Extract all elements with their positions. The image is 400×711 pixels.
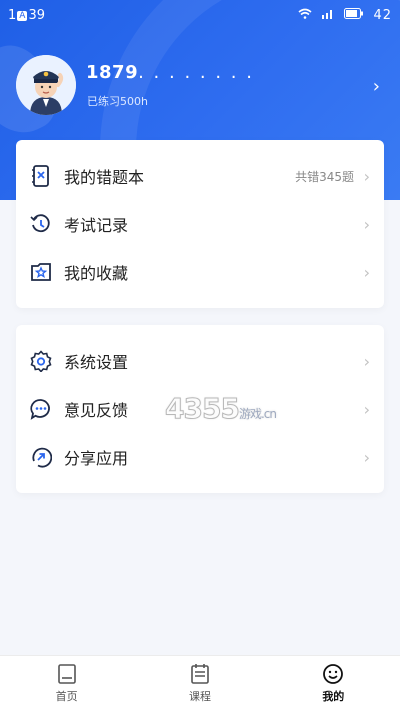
chevron-right-icon: › <box>363 351 370 371</box>
menu-item-exam-history[interactable]: 考试记录 › <box>16 202 384 246</box>
exam-history-icon <box>28 211 54 237</box>
course-icon <box>191 664 209 684</box>
menu-item-label: 我的错题本 <box>64 168 145 187</box>
settings-gear-icon <box>28 348 54 374</box>
tab-profile[interactable]: 我的 <box>267 656 400 711</box>
menu-item-share[interactable]: 分享应用 › <box>16 435 384 479</box>
status-time: 1 A 39 <box>8 8 45 23</box>
tab-home[interactable]: 首页 <box>0 656 133 711</box>
chevron-right-icon: › <box>363 447 370 467</box>
signal-icon <box>321 8 340 23</box>
battery-icon <box>344 8 369 23</box>
menu-item-label: 考试记录 <box>64 216 129 235</box>
menu-item-favorites[interactable]: 我的收藏 › <box>16 250 384 294</box>
tab-label: 我的 <box>322 690 345 703</box>
tab-label: 课程 <box>188 690 211 703</box>
tab-label: 首页 <box>55 690 78 703</box>
status-a-badge: A <box>17 11 28 21</box>
share-icon <box>28 444 54 470</box>
chevron-right-icon: › <box>363 399 370 419</box>
mistake-count: 共错345题 <box>295 169 354 184</box>
home-icon <box>57 664 76 684</box>
bottom-tab-bar: 首页 课程 我的 <box>0 655 400 711</box>
chevron-right-icon: › <box>363 262 370 282</box>
practice-hours: 已练习500h <box>87 95 148 108</box>
avatar[interactable] <box>16 55 76 115</box>
username-mask: . . . . . . . . <box>138 62 254 83</box>
menu-item-label: 分享应用 <box>64 449 129 468</box>
tab-course[interactable]: 课程 <box>133 656 266 711</box>
status-right-text: 42 <box>373 8 392 23</box>
chevron-right-icon: › <box>363 166 370 186</box>
profile-arrow-icon[interactable]: › <box>373 76 380 97</box>
menu-card-primary: 我的错题本 共错345题 › 考试记录 › 我的收藏 › <box>16 140 384 308</box>
menu-item-label: 意见反馈 <box>64 401 129 420</box>
menu-item-mistakes[interactable]: 我的错题本 共错345题 › <box>16 154 384 198</box>
status-right-icons: 42 <box>294 8 392 23</box>
chevron-right-icon: › <box>363 214 370 234</box>
wifi-icon <box>298 8 317 23</box>
profile-smile-icon <box>323 664 344 684</box>
menu-item-settings[interactable]: 系统设置 › <box>16 339 384 383</box>
menu-item-label: 系统设置 <box>64 353 129 372</box>
menu-item-label: 我的收藏 <box>64 264 129 283</box>
feedback-chat-icon <box>28 396 54 422</box>
police-officer-avatar-icon <box>16 55 76 115</box>
username: 1879. . . . . . . . <box>86 62 254 83</box>
status-bar: 1 A 39 42 <box>0 0 400 30</box>
favorites-icon <box>28 259 54 285</box>
mistake-book-icon <box>28 163 54 189</box>
watermark: 4355游戏.cn <box>165 392 277 426</box>
